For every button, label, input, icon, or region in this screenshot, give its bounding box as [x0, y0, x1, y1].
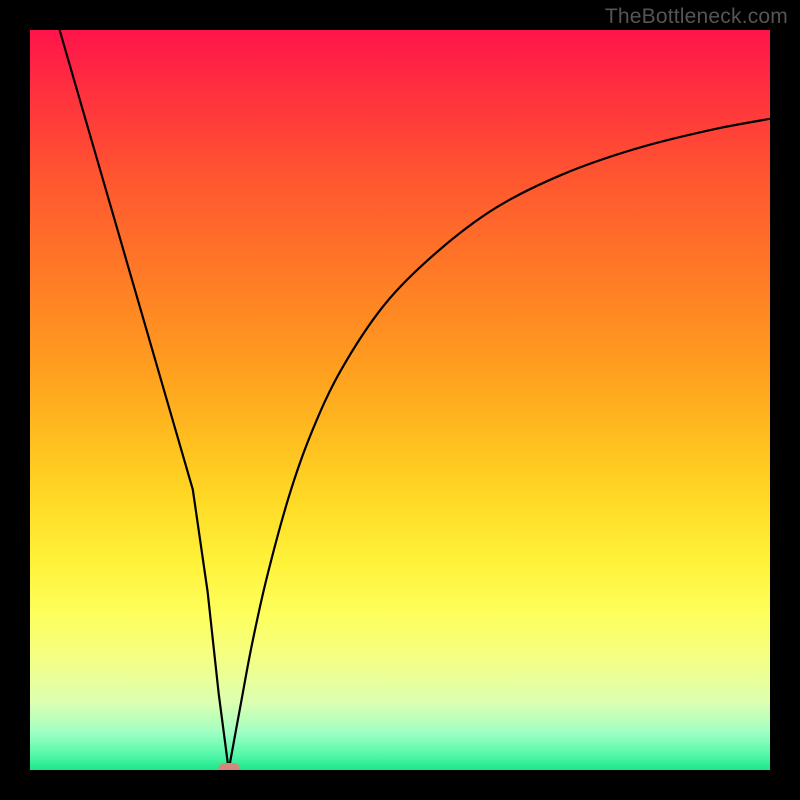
line-left-branch — [60, 30, 229, 770]
watermark-text: TheBottleneck.com — [605, 5, 788, 29]
curve-layer — [30, 30, 770, 770]
plot-area — [30, 30, 770, 770]
min-marker — [218, 763, 240, 770]
chart-frame: TheBottleneck.com — [0, 0, 800, 800]
line-right-branch — [229, 119, 770, 770]
